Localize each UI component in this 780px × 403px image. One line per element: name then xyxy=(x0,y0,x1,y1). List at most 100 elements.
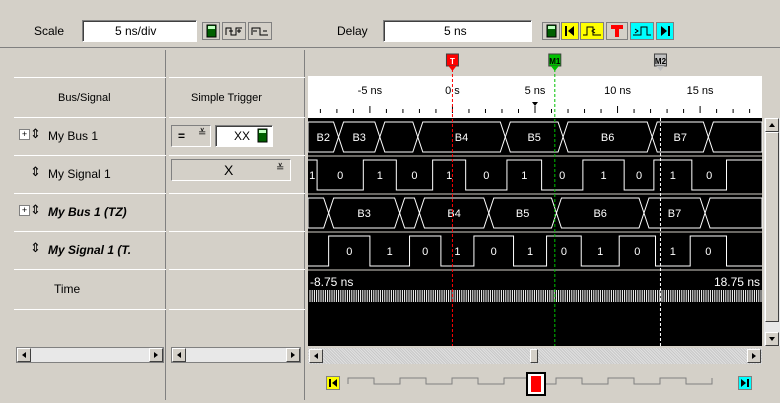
go-to-start-icon xyxy=(565,26,574,36)
signal1-value-label: 1 xyxy=(377,170,383,182)
bus1-value-label: B4 xyxy=(455,132,468,144)
go-to-start-button[interactable] xyxy=(561,22,579,40)
trigger-operator-dropdown[interactable]: = ≚ xyxy=(171,125,211,147)
previous-edge-button[interactable] xyxy=(580,22,604,40)
trigger-value-input[interactable]: XX xyxy=(215,125,273,147)
trigger-scrollbar[interactable] xyxy=(171,347,301,363)
trigger-row-bus-1: = ≚ XX xyxy=(169,118,305,156)
row-my-bus-1-tz[interactable]: + ⇕ My Bus 1 (TZ) xyxy=(14,194,166,232)
bus-tz-value-label: B3 xyxy=(357,208,370,220)
row-time: Time xyxy=(14,270,166,310)
trigger-icon xyxy=(611,25,623,37)
scroll-left-button[interactable] xyxy=(17,348,31,362)
signal1-value-label: 1 xyxy=(446,170,452,182)
expand-icon[interactable]: + xyxy=(19,129,30,140)
signal1-value-label: 1 xyxy=(521,170,527,182)
signal-tz-value-label: 1 xyxy=(454,246,460,258)
next-edge-button[interactable] xyxy=(630,22,654,40)
scale-calculator-button[interactable] xyxy=(202,22,220,40)
overview-end-button[interactable] xyxy=(738,376,752,390)
trigger-column: Simple Trigger = ≚ XX X ≚ xyxy=(169,50,305,400)
delay-input[interactable]: 5 ns xyxy=(383,20,532,42)
chevron-down-icon: ≚ xyxy=(276,163,285,174)
overview-bar[interactable] xyxy=(308,368,762,398)
zoom-in-icon xyxy=(225,27,242,36)
signal-tz-value-label: 1 xyxy=(670,246,676,258)
go-to-end-button[interactable] xyxy=(656,22,674,40)
scroll-right-button[interactable] xyxy=(149,348,163,362)
trigger-operator: = xyxy=(178,129,186,143)
waveform-panel: -5 ns 0 s5 ns 10 ns 15 ns B2 B3 B4 B5 B6 B7 1 0 1 0 1… xyxy=(307,50,780,400)
signal-tz-value-label: 0 xyxy=(346,246,352,258)
delay-label: Delay xyxy=(337,24,368,38)
zoom-in-button[interactable] xyxy=(222,22,246,40)
bus-signal-header-top xyxy=(14,50,166,78)
vertical-scrollbar[interactable] xyxy=(764,118,780,346)
signal1-value-label: 0 xyxy=(636,170,642,182)
bus-signal-column: Bus/Signal + ⇕ My Bus 1 ⇕ My Signal 1 + … xyxy=(14,50,166,400)
marker-bar xyxy=(308,50,762,76)
ruler-tick-label: -5 ns xyxy=(358,85,383,97)
row-name: Time xyxy=(54,282,81,296)
expand-icon[interactable]: + xyxy=(19,205,30,216)
signal-tz-value-label: 0 xyxy=(705,246,711,258)
bus1-value-label: B6 xyxy=(601,132,614,144)
delay-calculator-button[interactable] xyxy=(542,22,560,40)
delay-value: 5 ns xyxy=(444,24,467,38)
arrow-left-icon xyxy=(177,352,181,358)
signal-icon: ⇕ xyxy=(30,240,41,255)
trigger-marker-flag-label: T xyxy=(450,57,455,66)
trigger-signal-value: X xyxy=(224,162,234,178)
scale-input[interactable]: 5 ns/div xyxy=(82,20,197,42)
bus-signal-header-label: Bus/Signal xyxy=(58,92,111,104)
go-to-start-icon xyxy=(329,379,337,387)
calculator-icon xyxy=(206,24,217,38)
row-my-bus-1[interactable]: + ⇕ My Bus 1 xyxy=(14,118,166,156)
signal-tz-value-label: 0 xyxy=(491,246,497,258)
scroll-thumb[interactable] xyxy=(765,132,779,322)
scroll-right-button[interactable] xyxy=(286,348,300,362)
scroll-down-button[interactable] xyxy=(765,332,779,346)
calculator-icon[interactable] xyxy=(256,128,270,144)
signal-tz-value-label: 0 xyxy=(422,246,428,258)
bus-tz-value-label: B4 xyxy=(447,208,460,220)
arrow-right-icon xyxy=(291,352,295,358)
ruler-tick-label: 10 ns xyxy=(604,85,631,97)
bus1-value-label: B2 xyxy=(317,132,330,144)
scroll-left-button[interactable] xyxy=(309,349,323,363)
signal-tz-value-label: 0 xyxy=(561,246,567,258)
scroll-thumb[interactable] xyxy=(530,349,538,363)
scroll-up-button[interactable] xyxy=(765,118,779,132)
signal1-value-label: 0 xyxy=(337,170,343,182)
signal1-value-label: 1 xyxy=(670,170,676,182)
signal-tz-value-label: 1 xyxy=(527,246,533,258)
zoom-out-button[interactable] xyxy=(248,22,272,40)
go-to-trigger-button[interactable] xyxy=(606,22,628,40)
scroll-left-button[interactable] xyxy=(172,348,186,362)
horizontal-scrollbar[interactable] xyxy=(308,348,762,364)
scroll-right-button[interactable] xyxy=(747,349,761,363)
bus-signal-scrollbar[interactable] xyxy=(16,347,164,363)
trigger-position-icon xyxy=(531,376,541,392)
arrow-right-icon xyxy=(752,353,756,359)
trigger-row-time xyxy=(169,270,305,310)
m1-marker-flag-label: M1 xyxy=(549,57,561,66)
scale-label: Scale xyxy=(34,24,65,38)
overview-viewport[interactable] xyxy=(526,372,546,396)
time-start-label: -8.75 ns xyxy=(310,275,353,289)
row-my-signal-1-tz[interactable]: ⇕ My Signal 1 (T. xyxy=(14,232,166,270)
trigger-signal-dropdown[interactable]: X ≚ xyxy=(171,159,291,181)
row-my-signal-1[interactable]: ⇕ My Signal 1 xyxy=(14,156,166,194)
bus-icon: ⇕ xyxy=(30,202,41,217)
arrow-left-icon xyxy=(314,353,318,359)
bus-icon: ⇕ xyxy=(30,126,41,141)
bus-signal-header: Bus/Signal xyxy=(14,78,166,118)
overview-start-button[interactable] xyxy=(326,376,340,390)
toolbar: Scale 5 ns/div Delay 5 ns xyxy=(0,0,780,48)
signal1-value-label: 0 xyxy=(559,170,565,182)
row-name: My Signal 1 (T. xyxy=(48,243,132,257)
trigger-value: XX xyxy=(234,129,251,143)
signal-tz-value-label: 1 xyxy=(387,246,393,258)
bus1-value-label: B3 xyxy=(352,132,365,144)
go-to-end-icon xyxy=(661,26,670,36)
